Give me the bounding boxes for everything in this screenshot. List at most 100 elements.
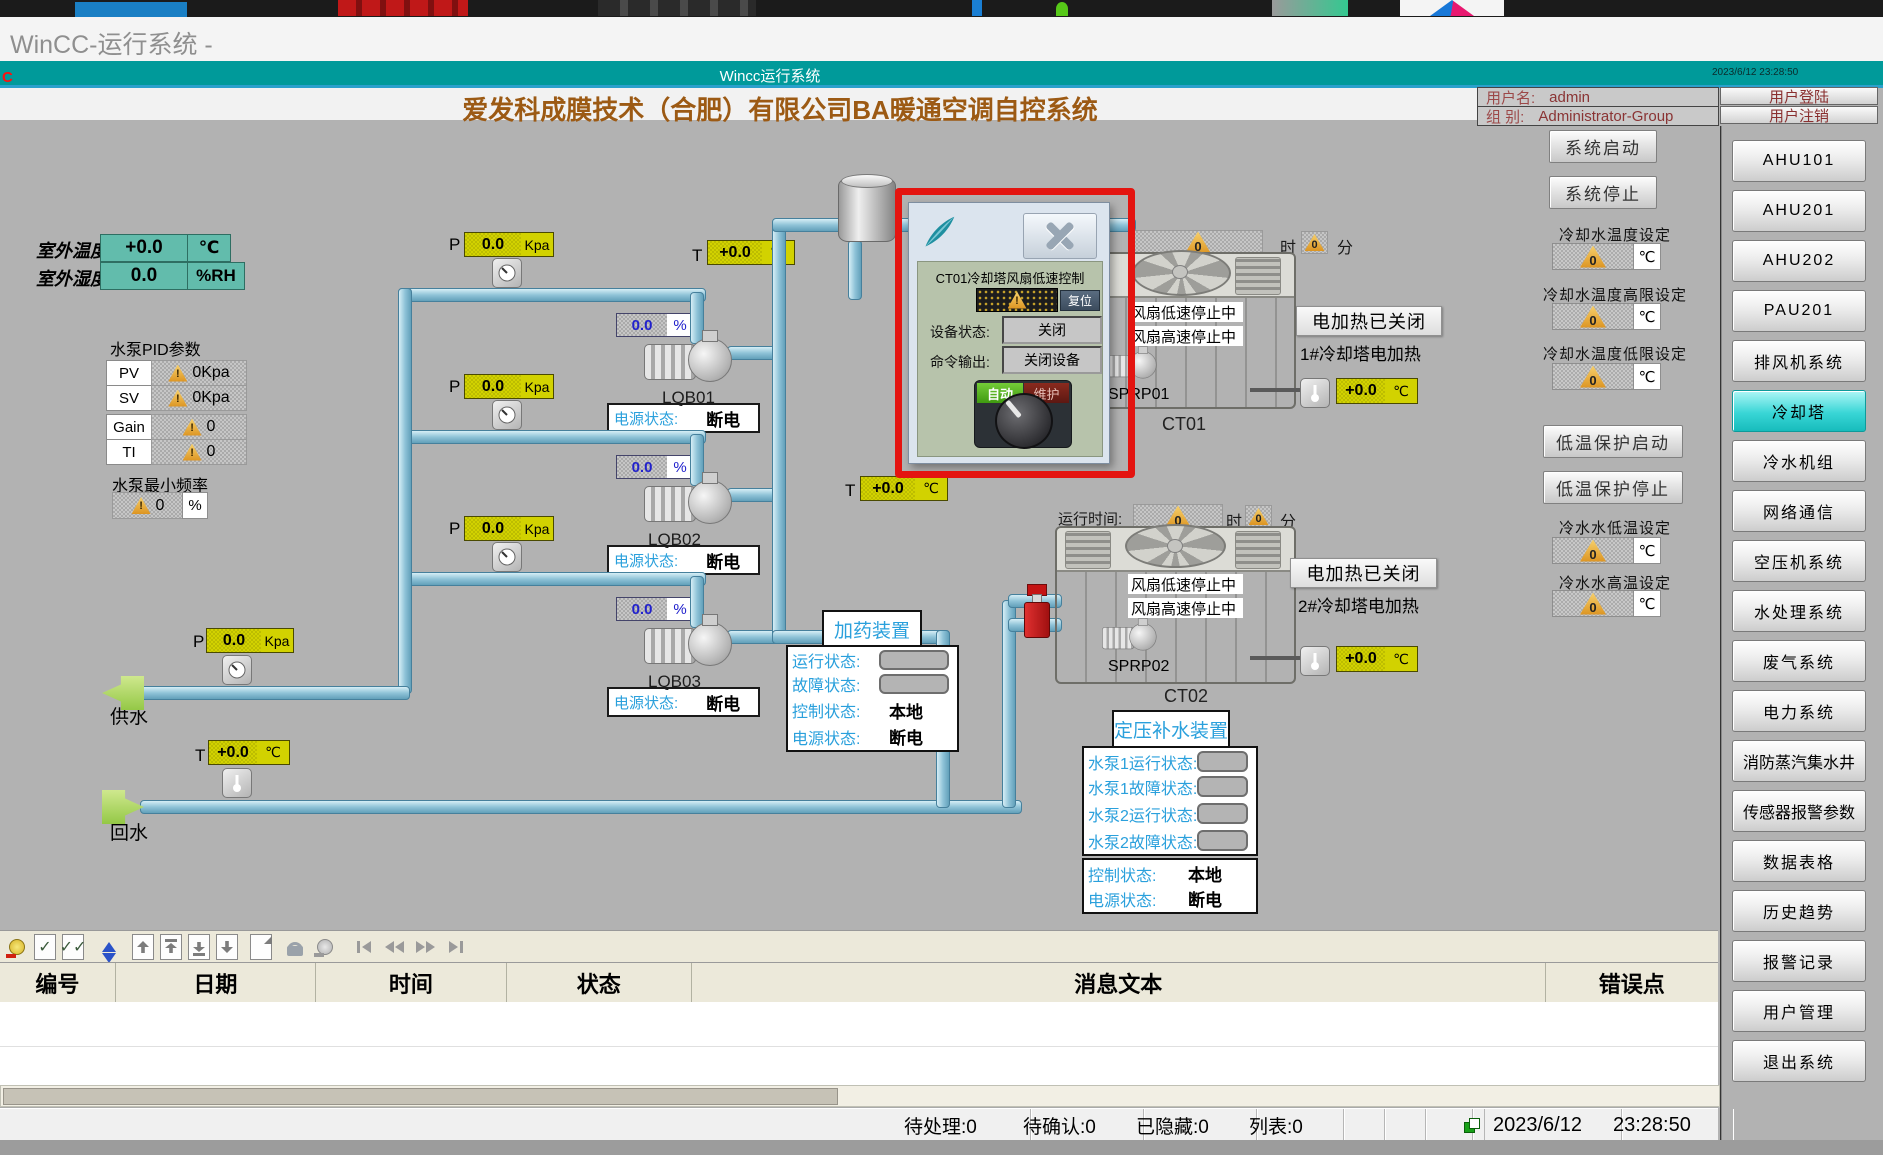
last-message-button[interactable]	[214, 934, 240, 960]
pressure-gauge-icon[interactable]	[492, 258, 522, 288]
warning-icon	[183, 444, 202, 461]
logout-button[interactable]: 用户注销	[1720, 106, 1878, 124]
nav-prev-icon[interactable]	[382, 934, 408, 960]
return-temp-field: +0.0℃	[208, 740, 290, 765]
alarm-table-body[interactable]	[0, 1002, 1718, 1085]
thermometer-icon[interactable]	[222, 768, 252, 798]
thermometer-icon[interactable]	[1300, 378, 1330, 408]
nav-first-icon[interactable]	[352, 934, 378, 960]
cooling-setpoint-input[interactable]: 0	[1552, 243, 1634, 270]
taskbar-app-icon[interactable]	[75, 2, 187, 17]
dosing-panel-title: 加药装置	[822, 610, 922, 648]
ct02-heater-status[interactable]: 电加热已关闭	[1290, 558, 1437, 588]
red-valve-icon[interactable]	[1024, 584, 1048, 636]
sidebar-item-cooling-tower[interactable]: 冷却塔	[1732, 390, 1866, 432]
pump3-pressure-field: 0.0Kpa	[464, 516, 554, 541]
ct01-fan-high-status[interactable]: 风扇高速停止中	[1128, 326, 1243, 346]
ct02-fan-high-status[interactable]: 风扇高速停止中	[1128, 598, 1243, 618]
taskbar-app-icon[interactable]	[598, 0, 756, 16]
sidebar-item-pau201[interactable]: PAU201	[1732, 290, 1866, 332]
hide-bulb-button[interactable]	[312, 934, 338, 960]
taskbar-app-icon[interactable]	[1056, 2, 1068, 16]
sidebar-item-alarm-record[interactable]: 报警记录	[1732, 940, 1866, 982]
taskbar-app-icon[interactable]	[338, 0, 468, 16]
ct01-runtime-mins: 0	[1301, 231, 1328, 254]
nav-next-icon[interactable]	[412, 934, 438, 960]
sidebar-item-exhaust-fan[interactable]: 排风机系统	[1732, 340, 1866, 382]
system-stop-button[interactable]: 系统停止	[1549, 176, 1657, 209]
ct01-heater-name: 1#冷却塔电加热	[1300, 340, 1421, 365]
sidebar-item-sensor-alarm-params[interactable]: 传感器报警参数	[1732, 790, 1866, 832]
ct02-spray-pump-graphic[interactable]	[1102, 622, 1155, 651]
window-titlebar[interactable]: WinCC-运行系统 -	[0, 17, 1883, 62]
nav-last-icon[interactable]	[442, 934, 468, 960]
cooling-low-limit-input[interactable]: 0	[1552, 363, 1634, 390]
sensor-line	[1250, 656, 1302, 660]
group-row: 组 别: Administrator-Group	[1477, 106, 1719, 126]
low-temp-protect-start-button[interactable]: 低温保护启动	[1543, 425, 1683, 458]
alarm-bulb-off-button[interactable]	[4, 934, 30, 960]
pid-pv-label: PV	[106, 360, 152, 386]
vents	[1235, 257, 1281, 295]
sidebar-item-ahu101[interactable]: AHU101	[1732, 140, 1866, 182]
sidebar-item-chiller[interactable]: 冷水机组	[1732, 440, 1866, 482]
sort-button[interactable]	[96, 934, 122, 960]
horizontal-scrollbar[interactable]	[0, 1085, 1720, 1107]
ct02-fan-low-status[interactable]: 风扇低速停止中	[1128, 574, 1243, 594]
sidebar-item-water-treatment[interactable]: 水处理系统	[1732, 590, 1866, 632]
sidebar-item-user-management[interactable]: 用户管理	[1732, 990, 1866, 1032]
col-errorpoint[interactable]: 错误点	[1546, 963, 1719, 1003]
chilled-high-setpoint-input[interactable]: 0	[1552, 590, 1634, 617]
username-row: 用户名: admin	[1477, 87, 1719, 107]
pump2-pressure-label: P	[449, 377, 460, 397]
single-ack-button[interactable]: ✓	[32, 934, 58, 960]
first-message-button[interactable]	[130, 934, 156, 960]
system-start-button[interactable]: 系统启动	[1549, 130, 1657, 163]
sidebar-item-waste-gas[interactable]: 废气系统	[1732, 640, 1866, 682]
warning-icon	[132, 497, 151, 514]
info-text-button[interactable]	[248, 934, 274, 960]
cooling-high-limit-input[interactable]: 0	[1552, 303, 1634, 330]
pump2-pressure-field: 0.0Kpa	[464, 374, 554, 399]
username-value: admin	[1549, 89, 1590, 106]
col-state[interactable]: 状态	[507, 963, 692, 1003]
sidebar-item-network[interactable]: 网络通信	[1732, 490, 1866, 532]
col-date[interactable]: 日期	[116, 963, 316, 1003]
pressure-gauge-icon[interactable]	[492, 542, 522, 572]
sidebar-item-fire-steam-sump[interactable]: 消防蒸汽集水井	[1732, 740, 1866, 782]
sidebar-item-exit[interactable]: 退出系统	[1732, 1040, 1866, 1082]
group-ack-button[interactable]: ✓✓	[60, 934, 86, 960]
sidebar-item-air-compressor[interactable]: 空压机系统	[1732, 540, 1866, 582]
page-up-button[interactable]	[158, 934, 184, 960]
pump2-graphic[interactable]	[644, 478, 730, 524]
col-number[interactable]: 编号	[0, 963, 116, 1003]
pump1-graphic[interactable]	[644, 336, 730, 382]
sidebar-item-history-trend[interactable]: 历史趋势	[1732, 890, 1866, 932]
alarm-status-bar: 待处理:0 待确认:0 已隐藏:0 列表:0 2023/6/12 23:28:5…	[0, 1108, 1718, 1141]
sidebar-item-ahu201[interactable]: AHU201	[1732, 190, 1866, 232]
col-time[interactable]: 时间	[316, 963, 506, 1003]
makeup-panel-title: 定压补水装置	[1112, 710, 1230, 749]
sidebar-item-data-table[interactable]: 数据表格	[1732, 840, 1866, 882]
sidebar-item-power[interactable]: 电力系统	[1732, 690, 1866, 732]
taskbar-app-icon[interactable]	[972, 0, 982, 16]
lock-button[interactable]	[282, 934, 308, 960]
pipe	[398, 288, 412, 694]
pressure-gauge-icon[interactable]	[492, 400, 522, 430]
scrollbar-thumb[interactable]	[3, 1088, 838, 1105]
login-button[interactable]: 用户登陆	[1720, 87, 1878, 105]
page-down-button[interactable]	[186, 934, 212, 960]
pressure-gauge-icon[interactable]	[222, 655, 252, 685]
ct01-heater-status[interactable]: 电加热已关闭	[1296, 306, 1442, 336]
pump3-graphic[interactable]	[644, 620, 730, 666]
taskbar-app-icon[interactable]	[1272, 0, 1348, 16]
pid-sv-label: SV	[106, 385, 152, 411]
chilled-low-setpoint-input[interactable]: 0	[1552, 537, 1634, 564]
col-message[interactable]: 消息文本	[692, 963, 1546, 1003]
sidebar-item-ahu202[interactable]: AHU202	[1732, 240, 1866, 282]
run-indicator	[879, 650, 949, 670]
ct01-fan-low-status[interactable]: 风扇低速停止中	[1128, 302, 1243, 322]
taskbar-app-icon[interactable]	[1400, 0, 1504, 16]
low-temp-protect-stop-button[interactable]: 低温保护停止	[1543, 471, 1683, 504]
thermometer-icon[interactable]	[1300, 646, 1330, 676]
